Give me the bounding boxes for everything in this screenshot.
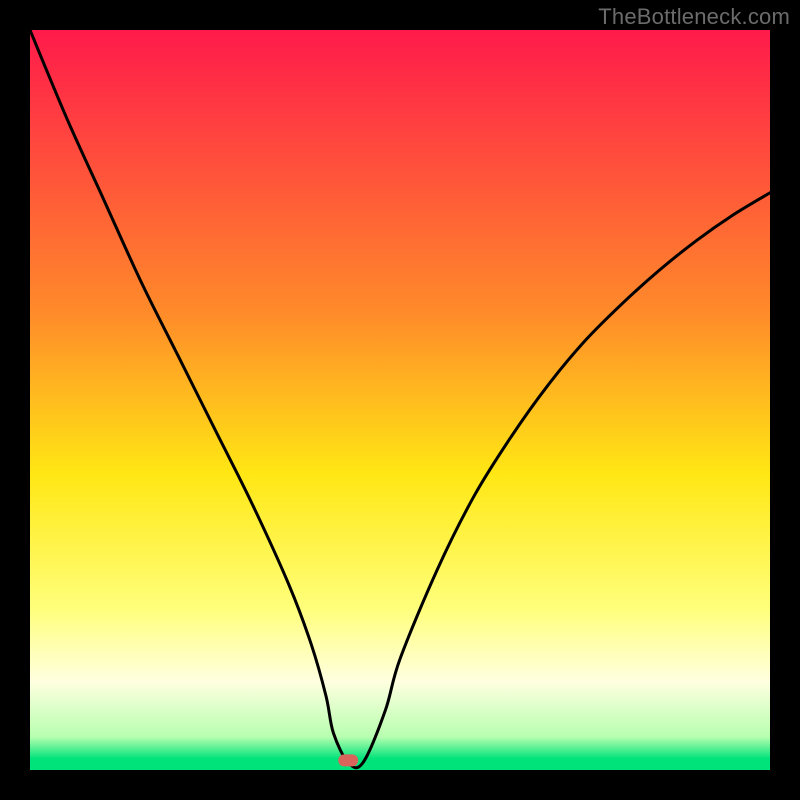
watermark-text: TheBottleneck.com <box>598 4 790 30</box>
optimum-marker <box>338 754 358 766</box>
chart-frame: TheBottleneck.com <box>0 0 800 800</box>
bottleneck-chart <box>30 30 770 770</box>
